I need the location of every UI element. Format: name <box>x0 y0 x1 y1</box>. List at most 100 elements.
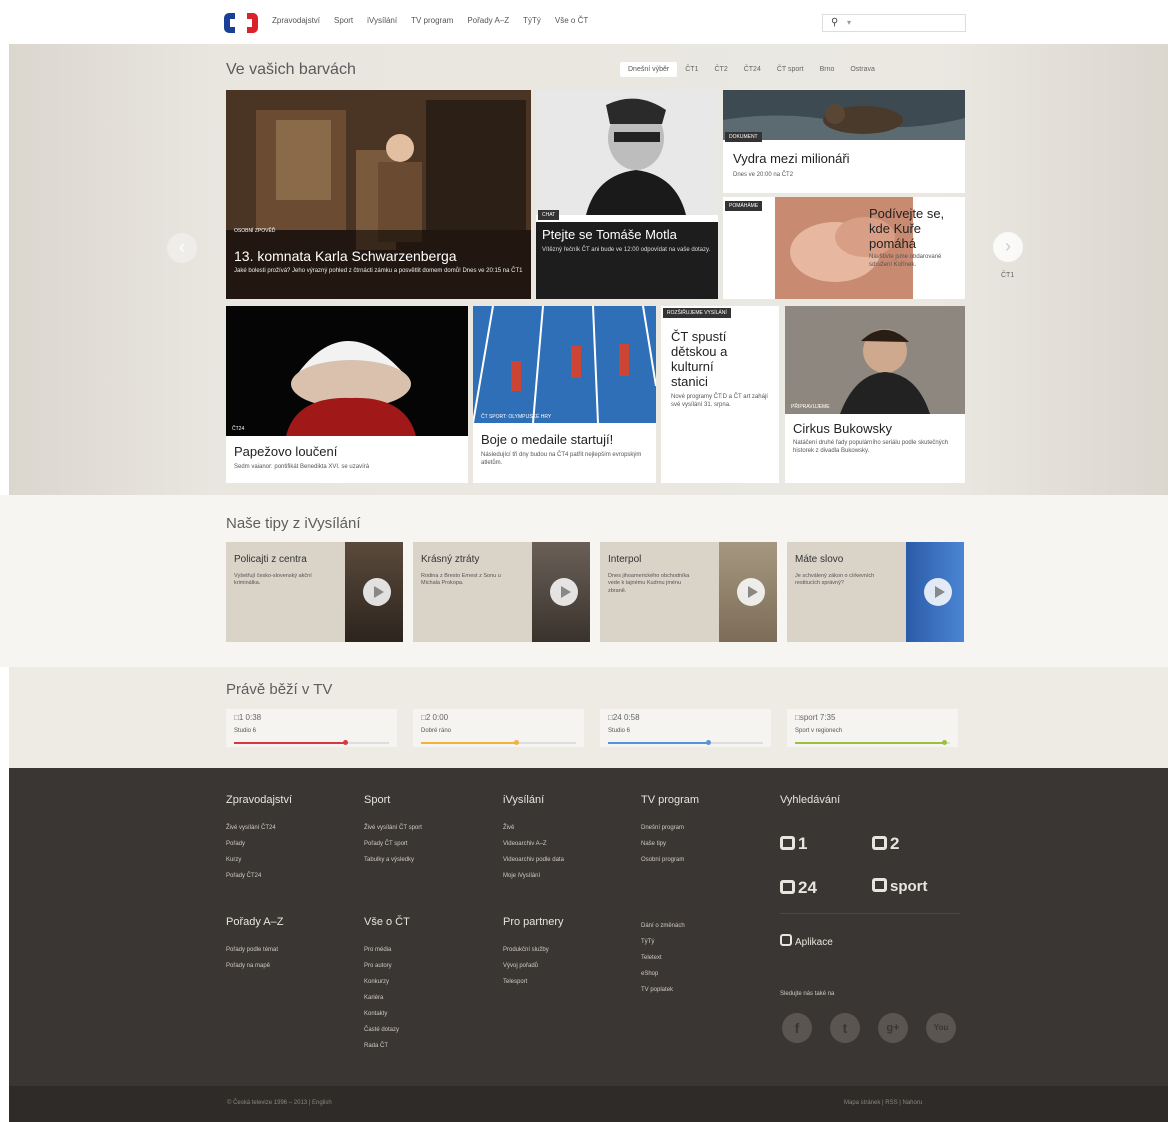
footer-link[interactable]: Pro média <box>364 942 399 958</box>
now-item-ct2[interactable]: □2 0:00 Dobré ráno <box>413 709 584 747</box>
footer-link[interactable]: Pořady na mapě <box>226 958 278 974</box>
hero-card-image <box>226 306 468 436</box>
tab-ct2[interactable]: ČT2 <box>706 62 735 77</box>
app-link[interactable]: Aplikace <box>780 934 833 948</box>
hero-card-medaile[interactable]: ČT sport: Olympijské hry Boje o medaile … <box>473 306 656 483</box>
footer-link[interactable]: Časté dotazy <box>364 1022 399 1038</box>
tab-ostrava[interactable]: Ostrava <box>842 62 883 77</box>
footer-link[interactable]: Kurzy <box>226 852 276 868</box>
footer-link[interactable]: Živé vysílání ČT24 <box>226 820 276 836</box>
twitter-icon[interactable]: t <box>830 1013 860 1043</box>
tab-ct1[interactable]: ČT1 <box>677 62 706 77</box>
footer-link[interactable]: Videoarchiv podle data <box>503 852 564 868</box>
channel-label: □24 0:58 <box>608 713 640 722</box>
googleplus-icon[interactable]: g+ <box>878 1013 908 1043</box>
footer-link[interactable]: Živě <box>503 820 564 836</box>
footer-link[interactable]: TýTý <box>641 934 685 950</box>
footer-link[interactable]: Pořady podle témat <box>226 942 278 958</box>
bottom-links[interactable]: Mapa stránek | RSS | Nahoru <box>844 1100 922 1106</box>
youtube-icon[interactable]: You <box>926 1013 956 1043</box>
channel-logo-ct1[interactable]: 1 <box>780 834 807 854</box>
footer-link[interactable]: Pro autory <box>364 958 399 974</box>
channel-logo-ct2[interactable]: 2 <box>872 834 899 854</box>
nav-item-vse-o-ct[interactable]: Vše o ČT <box>555 16 588 25</box>
nav-item-zpravodajstvi[interactable]: Zpravodajství <box>272 16 320 25</box>
footer-link[interactable]: Konkurzy <box>364 974 399 990</box>
hero-card-vydra[interactable]: Dokument Vydra mezi milionáři Dnes ve 20… <box>723 90 965 193</box>
tab-ct24[interactable]: ČT24 <box>736 62 769 77</box>
search-dropdown[interactable]: ▾ <box>847 18 851 27</box>
footer-link[interactable]: Pořady ČT24 <box>226 868 276 884</box>
footer-col-title[interactable]: Pro partnery <box>503 916 564 928</box>
channel-logo-ctsport[interactable]: sport <box>872 878 928 895</box>
footer-link[interactable]: Kontakty <box>364 1006 399 1022</box>
play-icon[interactable] <box>363 578 391 606</box>
footer-col-title[interactable]: iVysílání <box>503 794 544 806</box>
carousel-next-button[interactable]: › <box>993 232 1023 262</box>
search-input[interactable]: ⚲ ▾ <box>822 14 966 32</box>
now-item-ct24[interactable]: □24 0:58 Studio 6 <box>600 709 771 747</box>
tab-brno[interactable]: Brno <box>812 62 843 77</box>
hero-card-schwarzenberg[interactable]: Osobní zpověď 13. komnata Karla Schwarze… <box>226 90 531 299</box>
hero-card-stanice[interactable]: Rozšiřujeme vysílání ČT spustí dětskou a… <box>661 306 779 483</box>
tip-title: Máte slovo <box>795 554 844 565</box>
footer-link[interactable]: Produkční služby <box>503 942 549 958</box>
footer-col-title[interactable]: Zpravodajství <box>226 794 292 806</box>
hero-card-kure[interactable]: Pomáháme Podívejte se, kde Kuře pomáhá N… <box>723 197 965 299</box>
footer-link[interactable]: Telesport <box>503 974 549 990</box>
footer-col-title[interactable]: Vše o ČT <box>364 916 410 928</box>
footer-link[interactable]: Rada ČT <box>364 1038 399 1054</box>
footer-col-title[interactable]: Pořady A–Z <box>226 916 283 928</box>
facebook-icon[interactable]: f <box>782 1013 812 1043</box>
hero-card-bukowsky[interactable]: Připravujeme Cirkus Bukowsky Natáčení dr… <box>785 306 965 483</box>
channel-logo-ct24[interactable]: 24 <box>780 878 817 898</box>
now-item-ct1[interactable]: □1 0:38 Studio 6 <box>226 709 397 747</box>
footer-link[interactable]: Osobní program <box>641 852 684 868</box>
footer-link[interactable]: Živé vysílání ČT sport <box>364 820 422 836</box>
footer-link[interactable]: Moje iVysílání <box>503 868 564 884</box>
footer-link[interactable]: Naše tipy <box>641 836 684 852</box>
nav-item-tyty[interactable]: TýTý <box>523 16 541 25</box>
carousel-prev-button[interactable]: ‹ <box>167 233 197 263</box>
tip-title: Interpol <box>608 554 642 565</box>
program-name: Sport v regionech <box>795 728 843 734</box>
tab-ct-sport[interactable]: ČT sport <box>769 62 812 77</box>
footer-link[interactable]: Vývoj pořadů <box>503 958 549 974</box>
hero-card-motl[interactable]: Chat Ptejte se Tomáše Motla Vítězný řečn… <box>536 90 718 299</box>
channel-label: □2 0:00 <box>421 713 449 722</box>
card-title: Boje o medaile startují! <box>481 432 614 447</box>
card-desc: Jaké bolesti prožívá? Jeho výrazný pohle… <box>234 268 523 274</box>
footer-link[interactable]: Videoarchiv A–Z <box>503 836 564 852</box>
ct-logo[interactable] <box>223 12 259 34</box>
footer-link[interactable]: Pořady <box>226 836 276 852</box>
main-nav: Zpravodajství Sport iVysílání TV program… <box>272 16 588 25</box>
footer-links: Produkční služby Vývoj pořadů Telesport <box>503 942 549 990</box>
footer-link[interactable]: Dání o změnách <box>641 918 685 934</box>
nav-item-sport[interactable]: Sport <box>334 16 353 25</box>
footer-link[interactable]: Pořady ČT sport <box>364 836 422 852</box>
footer-link[interactable]: Tabulky a výsledky <box>364 852 422 868</box>
now-item-ctsport[interactable]: □sport 7:35 Sport v regionech <box>787 709 958 747</box>
footer-link[interactable]: TV poplatek <box>641 982 685 998</box>
tip-card-krasny-ztraty[interactable]: Krásný ztráty Rodina z Bresto Ernest z S… <box>413 542 590 642</box>
tip-card-interpol[interactable]: Interpol Dnes jihoamerického obchodníka … <box>600 542 777 642</box>
nav-item-ivysilani[interactable]: iVysílání <box>367 16 397 25</box>
hero-card-papez[interactable]: ČT24 Papežovo loučení Sedm vaianor: pont… <box>226 306 468 483</box>
footer-link[interactable]: Dnešní program <box>641 820 684 836</box>
tip-card-policajti[interactable]: Policajti z centra Vyšetřují česko-slove… <box>226 542 403 642</box>
play-icon[interactable] <box>550 578 578 606</box>
play-icon[interactable] <box>737 578 765 606</box>
footer-col-title[interactable]: Sport <box>364 794 390 806</box>
card-title: Ptejte se Tomáše Motla <box>542 227 677 242</box>
tab-dnesni-vyber[interactable]: Dnešní výběr <box>620 62 678 77</box>
footer <box>9 768 1168 1086</box>
play-icon[interactable] <box>924 578 952 606</box>
footer-link[interactable]: Teletext <box>641 950 685 966</box>
card-tag: Pomáháme <box>725 201 763 211</box>
nav-item-tv-program[interactable]: TV program <box>411 16 453 25</box>
footer-link[interactable]: Kariéra <box>364 990 399 1006</box>
nav-item-porady-az[interactable]: Pořady A–Z <box>467 16 509 25</box>
footer-link[interactable]: eShop <box>641 966 685 982</box>
footer-col-title[interactable]: TV program <box>641 794 699 806</box>
tip-card-mate-slovo[interactable]: Máte slovo Je schválený zákon o církevní… <box>787 542 964 642</box>
